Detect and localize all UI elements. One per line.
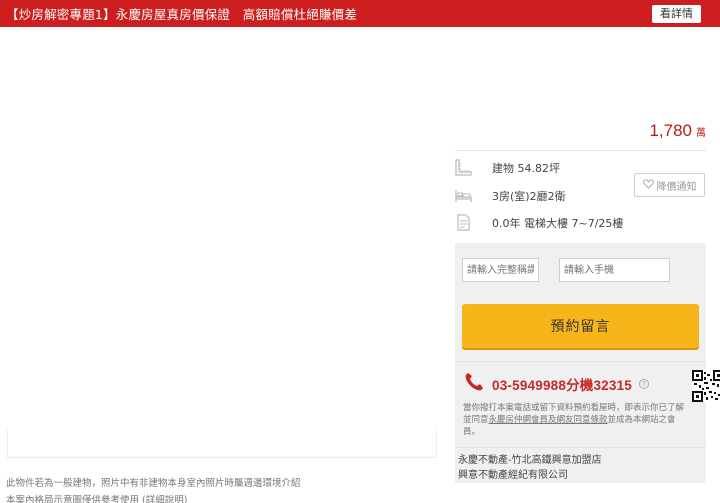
layout-row: 3房(室)2廳2衛 bbox=[455, 187, 566, 204]
help-icon[interactable]: ? bbox=[639, 379, 650, 389]
book-appointment-button[interactable]: 預約留言 bbox=[462, 304, 699, 348]
photo-disclaimer: 此物件若為一般建物，照片中有非建物本身室內照片時屬週邊環境介紹 bbox=[6, 478, 301, 489]
agent-info: 永慶不動產-竹北高鐵興意加盟店 興意不動產經紀有限公司 bbox=[455, 447, 706, 483]
layout-text: 3房(室)2廳2衛 bbox=[492, 189, 566, 203]
bed-icon bbox=[455, 187, 472, 204]
qr-code bbox=[692, 370, 720, 406]
ruler-icon bbox=[455, 159, 472, 176]
thumbnail-strip bbox=[7, 430, 437, 458]
membership-notice: 當你撥打本案電話或留下資料預約看屋時，即表示你已了解並同意永慶房仲網會員及網友同… bbox=[463, 402, 688, 438]
phone-field[interactable] bbox=[559, 258, 670, 282]
agent-store-name[interactable]: 永慶不動產-竹北高鐵興意加盟店 bbox=[458, 451, 602, 466]
divider bbox=[455, 150, 706, 151]
floorplan-disclaimer-text: 本案內格局示意圖僅供參考使用 bbox=[6, 495, 140, 503]
name-field[interactable] bbox=[462, 258, 539, 282]
member-terms-link[interactable]: 永慶房仲網會員及網友同意條款 bbox=[489, 415, 608, 425]
agent-company-name: 興意不動產經紀有限公司 bbox=[458, 470, 568, 481]
contact-panel: 03-5949988分機32315 ? 當你撥打本案電話或留下資料預約看屋時，即… bbox=[455, 361, 720, 447]
heart-icon bbox=[642, 178, 654, 192]
price: 1,780 萬 bbox=[649, 121, 706, 141]
price-unit: 萬 bbox=[696, 128, 706, 139]
promo-banner-text[interactable]: 【炒房解密專題1】永慶房屋真房價保證 高額賠償杜絕賺價差 bbox=[0, 4, 357, 23]
promo-banner[interactable]: 【炒房解密專題1】永慶房屋真房價保證 高額賠償杜絕賺價差 看詳情 bbox=[0, 0, 720, 27]
floorplan-disclaimer: 本案內格局示意圖僅供參考使用 (詳細說明) bbox=[6, 492, 187, 503]
view-details-button[interactable]: 看詳情 bbox=[652, 5, 701, 23]
area-row: 建物 54.82坪 bbox=[455, 159, 560, 176]
area-text: 建物 54.82坪 bbox=[492, 161, 560, 175]
building-row: 0.0年 電梯大樓 7~7/25樓 bbox=[455, 214, 623, 231]
phone-number[interactable]: 03-5949988分機32315 bbox=[492, 374, 632, 394]
phone-icon bbox=[463, 371, 485, 397]
document-icon bbox=[455, 214, 472, 231]
photo-gallery[interactable] bbox=[0, 27, 448, 457]
phone-row[interactable]: 03-5949988分機32315 ? bbox=[463, 371, 650, 397]
building-text: 0.0年 電梯大樓 7~7/25樓 bbox=[492, 216, 624, 230]
details-explanation-link[interactable]: (詳細說明) bbox=[142, 495, 187, 503]
price-drop-notify-button[interactable]: 降價通知 bbox=[634, 173, 705, 197]
booking-form: 預約留言 bbox=[455, 243, 706, 361]
price-drop-notify-label: 降價通知 bbox=[656, 181, 697, 193]
price-value: 1,780 bbox=[649, 121, 692, 140]
